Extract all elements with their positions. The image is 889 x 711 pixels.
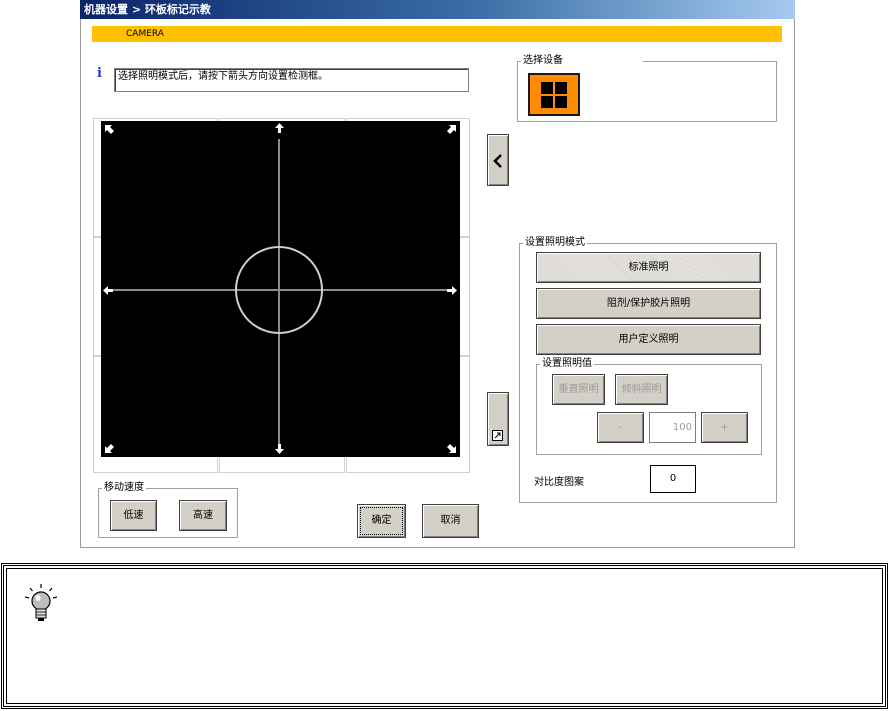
camera-preview[interactable] bbox=[101, 121, 460, 457]
lightbulb-icon bbox=[24, 584, 58, 621]
move-speed-label: 移动速度 bbox=[102, 482, 146, 494]
user-defined-lighting-label: 用户定义照明 bbox=[618, 334, 679, 345]
arrow-right-icon[interactable] bbox=[446, 285, 457, 296]
select-device-label: 选择设备 bbox=[521, 55, 643, 67]
arrow-up-left-icon[interactable] bbox=[104, 124, 115, 135]
lighting-value-field[interactable]: 100 bbox=[649, 412, 696, 443]
arrow-down-icon[interactable] bbox=[274, 443, 285, 454]
grid-four-icon bbox=[541, 82, 567, 108]
user-defined-lighting-button[interactable]: 用户定义照明 bbox=[536, 324, 761, 355]
device-camera-button[interactable] bbox=[528, 73, 580, 116]
resize-icon bbox=[492, 430, 503, 441]
chevron-left-icon bbox=[493, 154, 502, 168]
resist-film-lighting-button[interactable]: 阻剂/保护胶片照明 bbox=[536, 288, 761, 319]
lighting-mode-label: 设置照明模式 bbox=[523, 237, 587, 249]
instruction-message: 选择照明模式后，请按下箭头方向设置检测框。 bbox=[114, 68, 469, 92]
resist-film-lighting-label: 阻剂/保护胶片照明 bbox=[606, 298, 691, 309]
cancel-button[interactable]: 取消 bbox=[422, 504, 479, 538]
camera-section-header: CAMERA bbox=[92, 26, 782, 42]
contrast-pattern-field[interactable]: 0 bbox=[650, 465, 696, 493]
slow-speed-button[interactable]: 低速 bbox=[110, 500, 157, 531]
fast-speed-button[interactable]: 高速 bbox=[179, 500, 227, 531]
arrow-up-icon[interactable] bbox=[274, 123, 285, 134]
increase-lighting-button[interactable]: + bbox=[701, 412, 748, 443]
resize-view-button[interactable] bbox=[487, 392, 509, 446]
arrow-left-icon[interactable] bbox=[103, 285, 114, 296]
tip-box-inner bbox=[6, 568, 883, 704]
standard-lighting-label: 标准照明 bbox=[628, 262, 669, 273]
tip-box bbox=[1, 563, 888, 709]
contrast-pattern-label: 对比度图案 bbox=[534, 477, 584, 488]
info-icon: i bbox=[97, 66, 102, 81]
window-title: 机器设置 > 环板标记示教 bbox=[80, 0, 795, 19]
standard-lighting-button[interactable]: 标准照明 bbox=[536, 252, 761, 283]
vertical-lighting-button[interactable]: 垂直照明 bbox=[552, 374, 605, 405]
arrow-down-left-icon[interactable] bbox=[104, 443, 115, 454]
collapse-panel-button[interactable] bbox=[487, 134, 509, 186]
ok-button[interactable]: 确定 bbox=[357, 504, 406, 538]
lighting-values-label: 设置照明值 bbox=[540, 358, 594, 370]
decrease-lighting-button[interactable]: - bbox=[597, 412, 644, 443]
oblique-lighting-button[interactable]: 倾斜照明 bbox=[615, 374, 668, 405]
arrow-down-right-icon[interactable] bbox=[446, 443, 457, 454]
arrow-up-right-icon[interactable] bbox=[446, 124, 457, 135]
